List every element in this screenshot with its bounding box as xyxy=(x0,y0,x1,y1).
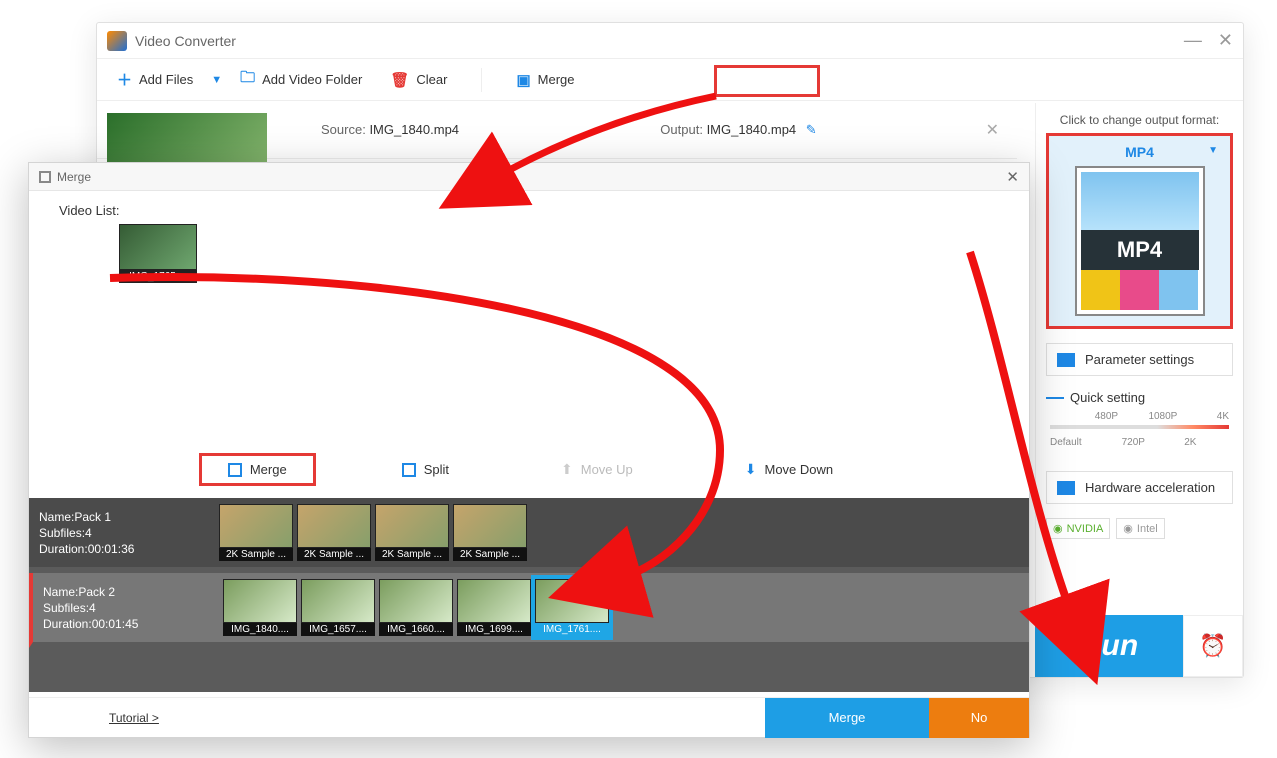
add-folder-label: Add Video Folder xyxy=(262,72,362,87)
trash-icon: 🗑 xyxy=(390,71,409,89)
sliders-icon xyxy=(1057,353,1075,367)
app-title: Video Converter xyxy=(135,33,236,49)
video-list-label: Video List: xyxy=(29,191,1029,224)
parameter-settings-button[interactable]: Parameter settings xyxy=(1046,343,1233,376)
tab-moveup-label: Move Up xyxy=(581,462,633,477)
pack-row[interactable]: Name:Pack 2 Subfiles:4 Duration:00:01:45… xyxy=(29,573,1029,648)
output-format-title: Click to change output format: xyxy=(1046,113,1233,127)
remove-item-icon[interactable]: ✕ xyxy=(986,120,999,140)
dialog-titlebar: Merge ✕ xyxy=(29,163,1029,191)
format-badge: MP4 xyxy=(1081,230,1199,270)
pack-meta: Name:Pack 2 Subfiles:4 Duration:00:01:45 xyxy=(43,584,223,632)
arrow-up-icon: ⬆ xyxy=(561,461,573,478)
plus-icon: ＋ xyxy=(117,69,132,90)
schedule-button[interactable]: ⏰ xyxy=(1183,615,1243,677)
merge-icon xyxy=(228,463,242,477)
pack-thumb[interactable]: IMG_1699.... xyxy=(457,579,531,636)
pack-list: Name:Pack 1 Subfiles:4 Duration:00:01:36… xyxy=(29,498,1029,692)
merge-button[interactable]: ▣ Merge xyxy=(502,62,588,98)
merge-icon xyxy=(39,171,51,183)
pack-thumb[interactable]: IMG_1657.... xyxy=(301,579,375,636)
source-name: IMG_1840.mp4 xyxy=(369,122,459,137)
merge-label: Merge xyxy=(538,72,575,87)
pack-thumb[interactable]: 2K Sample ... xyxy=(219,504,293,561)
clear-label: Clear xyxy=(416,72,447,87)
app-logo-icon xyxy=(107,31,127,51)
tab-split-label: Split xyxy=(424,462,449,477)
arrow-down-icon: ⬇ xyxy=(745,461,757,478)
close-button[interactable]: ✕ xyxy=(1218,30,1233,51)
edit-output-icon[interactable]: ✎ xyxy=(806,122,817,137)
output-name: IMG_1840.mp4 xyxy=(707,122,797,137)
source-label: Source: xyxy=(321,122,366,137)
clear-button[interactable]: 🗑 Clear xyxy=(376,62,461,98)
add-folder-button[interactable]: 🗀 Add Video Folder xyxy=(226,62,376,98)
pack-thumb-selected[interactable]: IMG_1761.... xyxy=(535,579,609,636)
dialog-footer: Tutorial > Merge No xyxy=(29,697,1029,737)
add-files-label: Add Files xyxy=(139,72,193,87)
pack-meta: Name:Pack 1 Subfiles:4 Duration:00:01:36 xyxy=(39,509,219,557)
merge-dialog: Merge ✕ Video List: IMG_1765.... Merge S… xyxy=(28,162,1030,738)
merge-action-bar: Merge Split ⬆ Move Up ⬇ Move Down xyxy=(29,453,1029,486)
video-list-thumbnail xyxy=(119,224,197,270)
nvidia-chip[interactable]: ◉ NVIDIA xyxy=(1046,518,1110,539)
dialog-close-icon[interactable]: ✕ xyxy=(1006,168,1019,186)
hardware-accel-label: Hardware acceleration xyxy=(1085,480,1215,495)
hardware-accel-button[interactable]: Hardware acceleration xyxy=(1046,471,1233,504)
tab-merge[interactable]: Merge xyxy=(199,453,316,486)
dialog-title: Merge xyxy=(57,170,91,184)
pack-thumb[interactable]: 2K Sample ... xyxy=(453,504,527,561)
quick-setting-label: Quick setting xyxy=(1070,390,1145,405)
clock-icon: ⏰ xyxy=(1199,633,1226,659)
dialog-merge-button[interactable]: Merge xyxy=(765,698,929,738)
add-files-dropdown[interactable]: ▼ xyxy=(211,74,222,86)
format-preview: MP4 xyxy=(1075,166,1205,316)
quick-setting-header: Quick setting xyxy=(1046,390,1233,405)
tutorial-link[interactable]: Tutorial > xyxy=(109,711,159,725)
tab-move-up: ⬆ Move Up xyxy=(535,453,659,486)
output-format-card[interactable]: MP4 ▼ MP4 xyxy=(1046,133,1233,329)
tab-movedown-label: Move Down xyxy=(765,462,834,477)
pack-row[interactable]: Name:Pack 1 Subfiles:4 Duration:00:01:36… xyxy=(29,498,1029,573)
format-tab-label: MP4 xyxy=(1125,144,1154,160)
parameter-settings-label: Parameter settings xyxy=(1085,352,1194,367)
pack-thumb[interactable]: 2K Sample ... xyxy=(297,504,371,561)
tab-split[interactable]: Split xyxy=(376,453,475,486)
quality-slider[interactable]: 480P 1080P 4K xyxy=(1050,411,1229,431)
video-list-caption: IMG_1765.... xyxy=(119,270,197,283)
output-label: Output: xyxy=(660,122,703,137)
minimize-button[interactable]: — xyxy=(1184,30,1202,51)
side-panel: Click to change output format: MP4 ▼ MP4… xyxy=(1035,103,1243,637)
chevron-down-icon: ▼ xyxy=(1208,145,1218,156)
titlebar: Video Converter — ✕ xyxy=(97,23,1243,59)
pack-thumb[interactable]: IMG_1840.... xyxy=(223,579,297,636)
intel-chip[interactable]: ◉ Intel xyxy=(1116,518,1164,539)
split-icon xyxy=(402,463,416,477)
chip-icon xyxy=(1057,481,1075,495)
file-item-row[interactable]: Source: IMG_1840.mp4 Output: IMG_1840.mp… xyxy=(97,101,1017,159)
add-files-button[interactable]: ＋ Add Files xyxy=(103,62,207,98)
dialog-no-button[interactable]: No xyxy=(929,698,1029,738)
folder-icon: 🗀 xyxy=(240,67,255,92)
pack-thumb[interactable]: 2K Sample ... xyxy=(375,504,449,561)
toolbar: ＋ Add Files ▼ 🗀 Add Video Folder 🗑 Clear… xyxy=(97,59,1243,101)
pack-thumb[interactable]: IMG_1660.... xyxy=(379,579,453,636)
run-button[interactable]: Run xyxy=(1035,615,1183,677)
merge-icon: ▣ xyxy=(516,71,530,89)
video-list-item[interactable]: IMG_1765.... xyxy=(119,224,197,283)
tab-merge-label: Merge xyxy=(250,462,287,477)
run-label: Run xyxy=(1080,629,1138,663)
tab-move-down[interactable]: ⬇ Move Down xyxy=(719,453,859,486)
